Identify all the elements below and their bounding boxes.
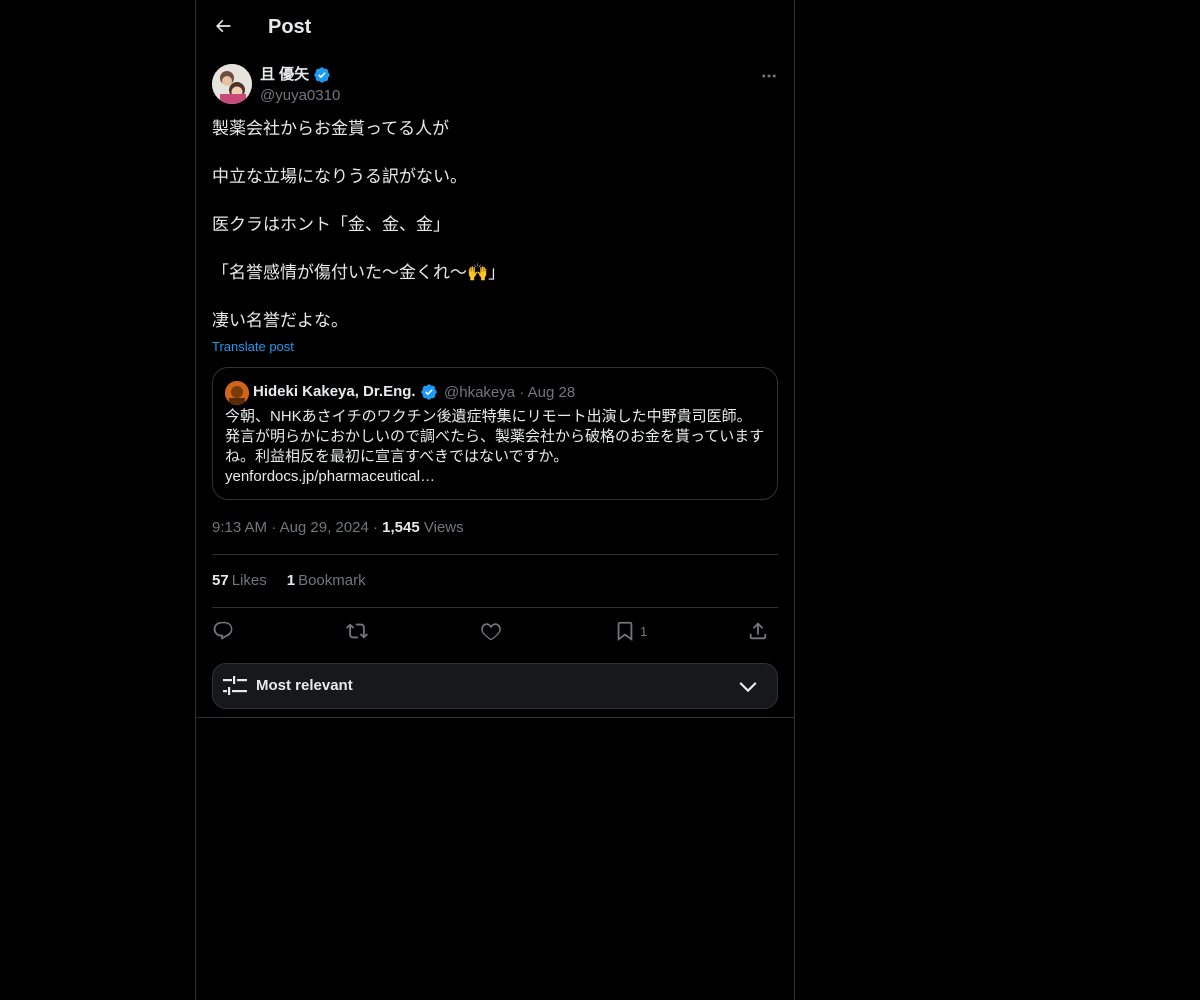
- chevron-down-icon: [739, 682, 757, 693]
- likes-label: Likes: [231, 572, 267, 589]
- verified-badge-icon: [314, 67, 330, 83]
- share-icon: [749, 622, 767, 640]
- repost-button[interactable]: [345, 618, 369, 644]
- post-line: [212, 237, 772, 261]
- quoted-author-name: Hideki Kakeya, Dr.Eng.: [253, 383, 416, 400]
- quoted-meta: @hkakeya · Aug 28: [444, 384, 576, 401]
- author-avatar[interactable]: [212, 64, 252, 104]
- more-options-button[interactable]: [756, 66, 782, 86]
- post-line: [212, 285, 772, 309]
- reply-button[interactable]: [212, 618, 234, 644]
- arrow-left-icon: [216, 19, 231, 33]
- quoted-date: Aug 28: [527, 384, 576, 401]
- sort-label: Most relevant: [256, 677, 353, 694]
- page-title: Post: [268, 16, 312, 38]
- sliders-icon: [223, 676, 247, 695]
- bookmark-button[interactable]: 1: [614, 618, 647, 644]
- quoted-author-name-row: Hideki Kakeya, Dr.Eng.: [253, 381, 438, 403]
- quoted-line: 発言が明らかにおかしいので調べたら、製薬会社から破格のお金を貰っています: [225, 428, 765, 445]
- quoted-post[interactable]: Hideki Kakeya, Dr.Eng. @hkakeya · Aug 28…: [212, 367, 778, 500]
- post-line: 中立な立場になりうる訳がない。: [212, 167, 467, 186]
- author-name[interactable]: 且 優矢: [260, 65, 309, 85]
- likes-count: 57: [212, 572, 229, 589]
- post-text: 製薬会社からお金貰ってる人が 中立な立場になりうる訳がない。 医クラはホント「金…: [212, 117, 772, 333]
- main-column: Post 且 優矢 @yuya0310 製薬会社からお金貰ってる人が 中立な立場…: [195, 0, 795, 1000]
- verified-badge-icon: [420, 384, 437, 400]
- divider: [212, 554, 778, 555]
- quoted-author-avatar: [225, 381, 249, 405]
- back-button[interactable]: [210, 13, 236, 39]
- bookmarks-stat[interactable]: 1 Bookmark: [287, 571, 366, 591]
- quoted-line: ね。利益相反を最初に宣言すべきではないですか。: [225, 448, 569, 465]
- likes-stat[interactable]: 57 Likes: [212, 571, 267, 591]
- views-count: 1,545: [382, 519, 420, 536]
- heart-icon: [481, 623, 501, 641]
- share-button[interactable]: [747, 618, 769, 644]
- bookmarks-label: Bookmark: [298, 572, 366, 589]
- post-line: 凄い名誉だよな。: [212, 311, 348, 330]
- bookmark-count: 1: [640, 623, 648, 639]
- post-time[interactable]: 9:13 AM: [212, 519, 267, 536]
- quoted-link: yenfordocs.jp/pharmaceutical…: [225, 468, 436, 485]
- quoted-text: 今朝、NHKあさイチのワクチン後遺症特集にリモート出演した中野貴司医師。 発言が…: [225, 407, 767, 487]
- post-line: 医クラはホント「金、金、金」: [212, 215, 450, 234]
- reply-icon: [213, 621, 233, 640]
- post-line: [212, 189, 772, 213]
- post-line: [212, 141, 772, 165]
- quoted-line: 今朝、NHKあさイチのワクチン後遺症特集にリモート出演した中野貴司医師。: [225, 408, 752, 425]
- like-button[interactable]: [480, 618, 502, 644]
- post-meta: 9:13 AM · Aug 29, 2024 · 1,545 Views: [212, 519, 464, 536]
- post-line: 「名誉感情が傷付いた〜金くれ〜🙌」: [212, 263, 506, 282]
- post-line: 製薬会社からお金貰ってる人が: [212, 119, 450, 138]
- divider: [212, 607, 778, 608]
- engagement-stats: 57 Likes 1 Bookmark: [212, 571, 366, 591]
- more-horizontal-icon: [762, 74, 776, 78]
- action-bar: 1: [212, 618, 778, 644]
- author-handle[interactable]: @yuya0310: [260, 86, 340, 106]
- bookmarks-count: 1: [286, 572, 296, 589]
- quoted-author-handle: @hkakeya: [444, 384, 516, 401]
- sort-replies-dropdown[interactable]: Most relevant: [212, 663, 778, 709]
- post-date[interactable]: Aug 29, 2024: [280, 519, 369, 536]
- translate-post-link[interactable]: Translate post: [212, 337, 294, 357]
- divider: [196, 717, 794, 718]
- views-label: Views: [423, 519, 464, 536]
- bookmark-icon: [617, 621, 633, 642]
- header: Post: [196, 0, 794, 53]
- repost-icon: [346, 623, 368, 639]
- author-name-row[interactable]: 且 優矢: [260, 65, 331, 85]
